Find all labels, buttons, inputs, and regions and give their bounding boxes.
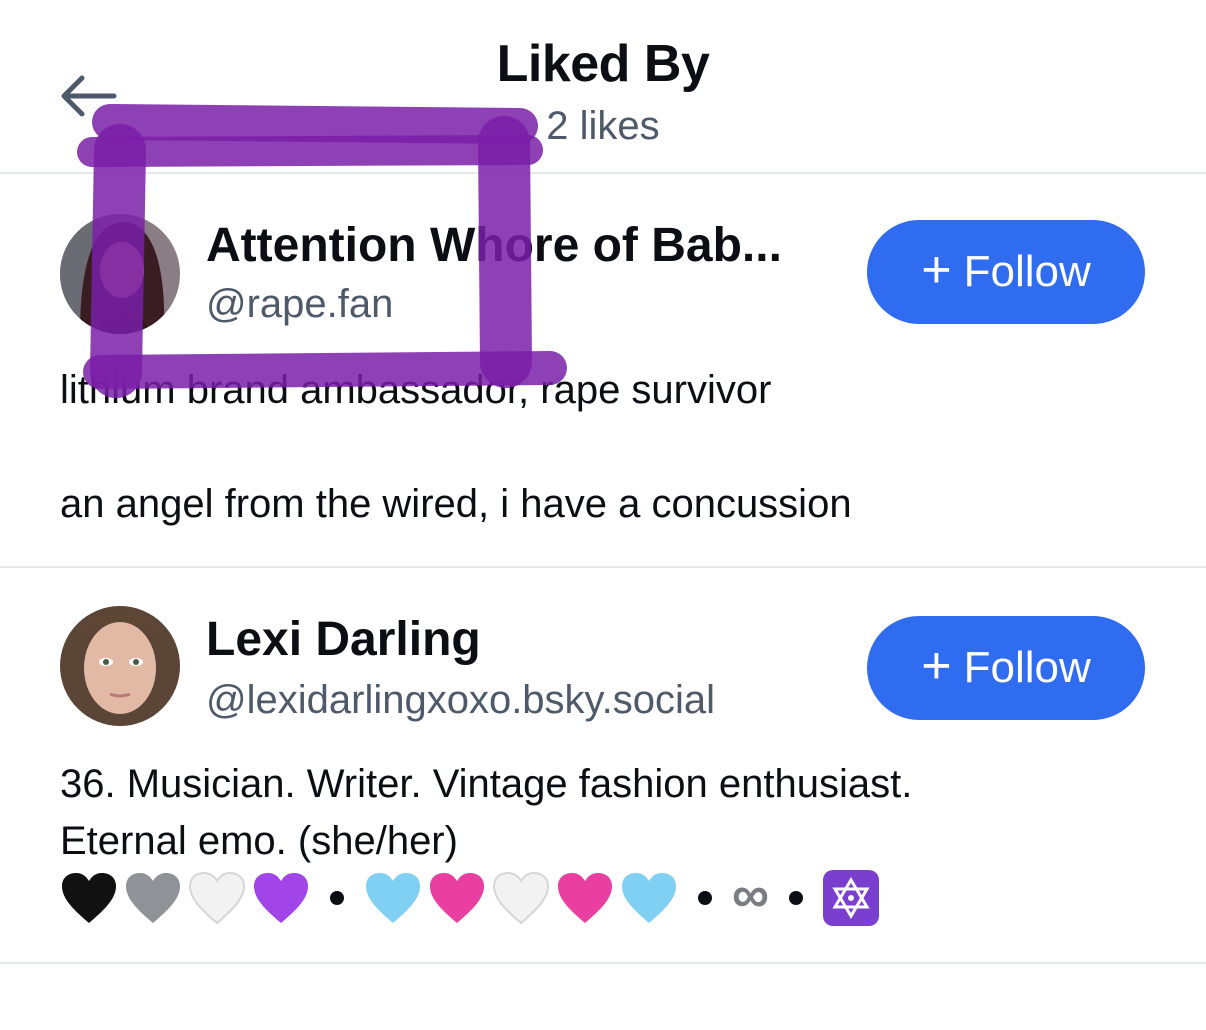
avatar[interactable] <box>60 606 180 726</box>
purple-heart-icon <box>254 873 308 923</box>
page-title: Liked By <box>496 35 710 93</box>
header: Liked By 2 likes <box>0 0 1206 172</box>
user-bio: 36. Musician. Writer. Vintage fashion en… <box>60 762 913 863</box>
star-of-david-icon <box>823 870 880 926</box>
bullet-separator <box>330 891 344 905</box>
white-heart-icon <box>492 871 550 925</box>
likes-count: 2 likes <box>546 104 660 148</box>
infinity-icon: ∞ <box>732 866 770 924</box>
white-heart-icon <box>188 871 246 925</box>
black-heart-icon <box>62 873 116 923</box>
user-handle: @rape.fan <box>206 282 394 326</box>
bullet-separator <box>789 891 804 905</box>
user-handle: @lexidarlingxoxo.bsky.social <box>206 678 715 722</box>
display-name: Attention Whore of Bab... <box>206 219 782 272</box>
user-bio: lithium brand ambassador, rape survivor … <box>60 368 852 526</box>
follow-button[interactable]: + Follow <box>867 616 1145 720</box>
follow-label: Follow <box>963 247 1091 296</box>
follow-button[interactable]: + Follow <box>867 220 1145 324</box>
light-blue-heart-icon <box>622 873 676 923</box>
user-row[interactable]: Attention Whore of Bab... @rape.fan + Fo… <box>0 174 1206 566</box>
avatar-image <box>60 606 180 726</box>
light-blue-heart-icon <box>366 873 420 923</box>
bio-emoji-line: ∞ <box>60 866 880 928</box>
plus-icon: + <box>921 637 952 695</box>
plus-icon: + <box>921 241 952 299</box>
pink-heart-icon <box>430 873 484 923</box>
display-name: Lexi Darling <box>206 613 481 666</box>
avatar[interactable] <box>60 214 180 334</box>
grey-heart-icon <box>126 873 180 923</box>
avatar-image <box>60 214 180 334</box>
liked-by-screen: Liked By 2 likes Attention Whore of Bab.… <box>0 0 1206 1030</box>
bullet-separator <box>698 891 712 905</box>
follow-label: Follow <box>963 643 1091 692</box>
divider <box>0 962 1206 964</box>
pink-heart-icon <box>558 873 612 923</box>
